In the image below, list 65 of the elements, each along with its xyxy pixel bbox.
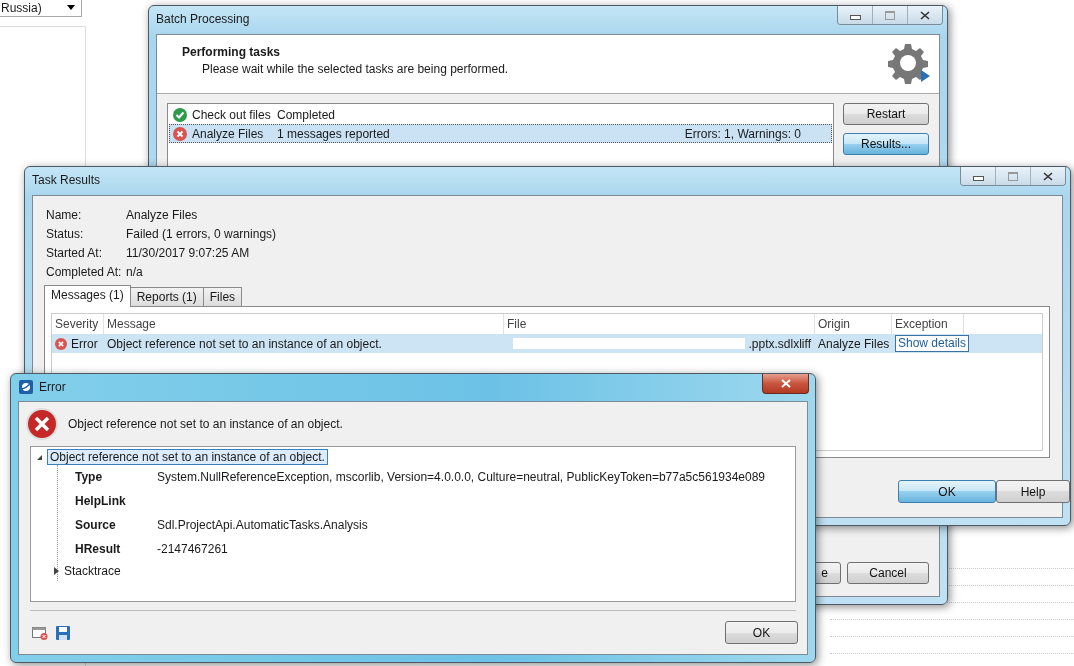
field-label: Completed At: [46,265,123,279]
language-dropdown[interactable]: Russia) [0,0,82,17]
header-title: Performing tasks [182,44,282,59]
task-name: Analyze Files [192,126,265,141]
message-text: Object reference not set to an instance of an object. [107,336,382,351]
field-value: Failed (1 errors, 0 warnings) [126,227,277,241]
task-status: 1 messages reported [277,126,390,141]
property-name: HelpLink [74,494,127,508]
task-status: Completed [277,107,336,122]
footer-button[interactable]: Cancel [847,562,929,584]
close-icon [1043,171,1053,181]
file-name: .pptx.sdlxliff [748,336,811,351]
close-icon [920,10,930,20]
success-icon [173,107,187,122]
caret-icon [67,5,75,10]
error-icon [55,337,67,350]
clear-icon[interactable] [32,625,48,640]
field-value: n/a [126,265,144,279]
tab[interactable]: Reports (1) [129,287,204,306]
window-title: Task Results [32,173,101,187]
task-name: Check out files [192,107,272,122]
minimize-button[interactable] [838,6,872,24]
task-row[interactable]: Analyze Files 1 messages reported Errors: 1, Warnings: 0 [169,124,832,143]
save-icon[interactable] [56,625,70,640]
error-icon [173,126,187,141]
field-label: Name: [46,208,83,222]
close-icon [780,379,791,388]
property-name: HResult [74,542,122,556]
task-row[interactable]: Check out files Completed [169,105,832,124]
window-title: Batch Processing [156,12,250,26]
property-value: System.NullReferenceException, mscorlib, Version=4.0.0.0, Culture=neutral, PublicKeyToken=b77a5c561934e089 [157,470,766,484]
property-name: Type [74,470,104,484]
message-row[interactable]: Error Object reference not set to an instance of an object. .pptx.sdlxliff Analyze Files Show details [52,334,1042,353]
close-button[interactable] [1030,167,1065,185]
expander-icon[interactable] [37,454,42,460]
dialog-button[interactable]: OK [898,480,996,503]
severity-text: Error [71,336,98,351]
header-subtitle: Please wait while the selected tasks are being performed. [202,61,510,76]
property-value: Sdl.ProjectApi.AutomaticTasks.Analysis [157,518,368,532]
close-button[interactable] [907,6,942,24]
show-details-link[interactable]: Show details [895,335,970,352]
property-value: -2147467261 [157,542,228,556]
task-summary: Errors: 1, Warnings: 0 [684,126,801,141]
field-label: Status: [46,227,85,241]
tab[interactable]: Messages (1) [44,285,131,307]
tab[interactable]: Files [202,287,243,306]
field-value: 11/30/2017 9:07:25 AM [126,246,251,260]
tree-node[interactable]: Object reference not set to an instance of an object. [47,449,328,465]
side-button[interactable]: Results... [843,133,929,155]
error-message: Object reference not set to an instance of an object. [68,417,343,431]
expand-icon[interactable] [54,567,59,575]
dialog-button[interactable]: Help [996,480,1070,503]
app-icon [19,380,33,394]
minimize-button[interactable] [961,167,995,185]
field-label: Started At: [46,246,104,260]
gear-icon [887,42,931,86]
ok-button[interactable]: OK [725,621,798,644]
property-name: Source [74,518,117,532]
origin-text: Analyze Files [818,336,890,351]
side-button[interactable]: Restart [843,103,929,125]
field-value: Analyze Files [126,208,199,222]
tree-node[interactable]: Stacktrace [64,564,121,578]
error-icon [26,408,58,440]
close-button[interactable] [762,374,809,394]
window-title: Error [39,380,66,394]
